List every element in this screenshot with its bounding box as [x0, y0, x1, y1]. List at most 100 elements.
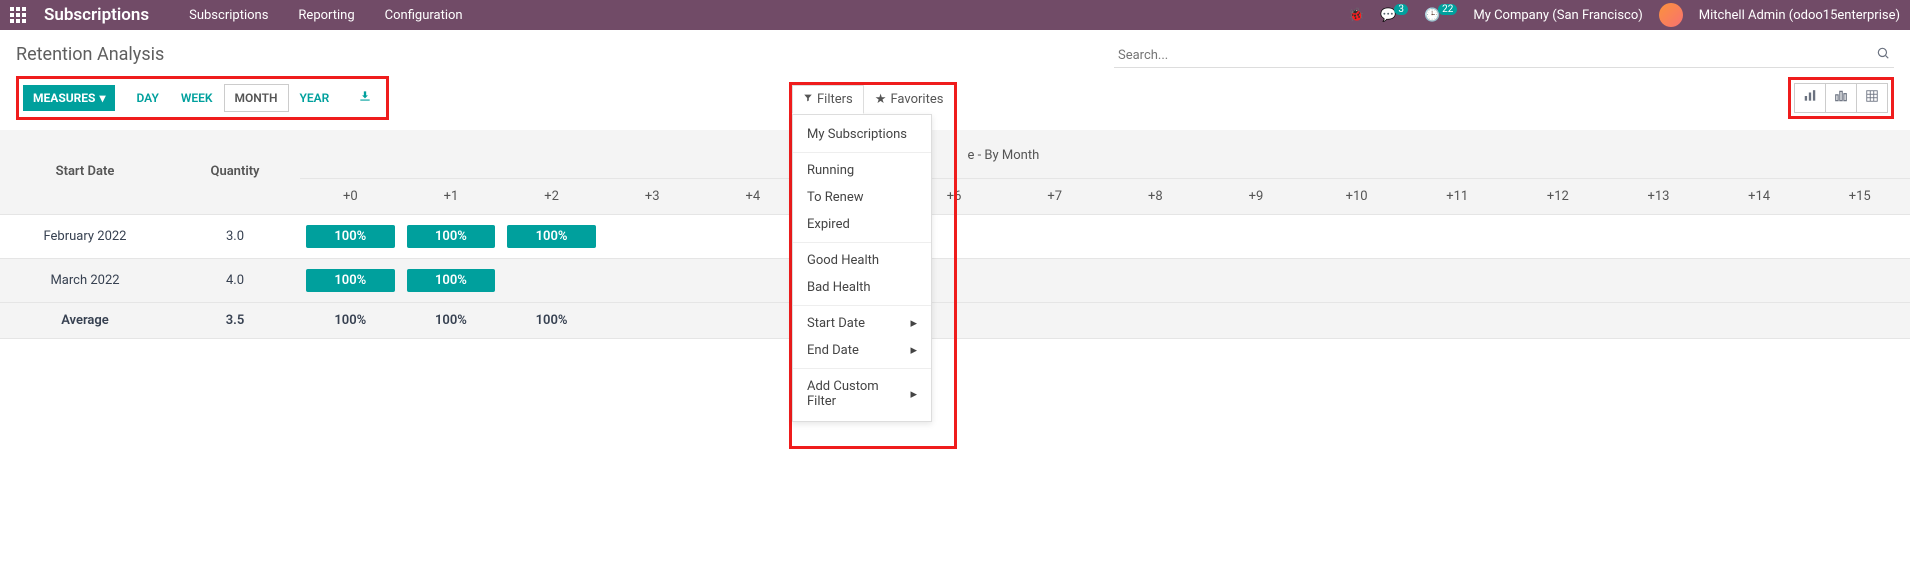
cell-value — [1407, 258, 1508, 302]
col-offset: +12 — [1508, 178, 1609, 214]
activity-badge: 22 — [1438, 4, 1457, 15]
activity-icon[interactable]: 🕒22 — [1424, 8, 1457, 23]
left-controls: MEASURES ▾ DAY WEEK MONTH YEAR — [16, 76, 389, 120]
filters-dropdown: My Subscriptions Running To Renew Expire… — [792, 114, 932, 422]
measures-label: MEASURES — [33, 91, 95, 105]
measures-button[interactable]: MEASURES ▾ — [23, 85, 115, 111]
cell-value — [1508, 214, 1609, 258]
col-quantity: Quantity — [170, 130, 300, 214]
cell-value — [1608, 302, 1709, 338]
cell-value — [1508, 302, 1609, 338]
col-offsets-header — [300, 130, 1910, 178]
col-offset: +9 — [1206, 178, 1307, 214]
filter-expired[interactable]: Expired — [793, 211, 931, 238]
cell-value — [1709, 214, 1810, 258]
nav-subscriptions[interactable]: Subscriptions — [189, 8, 268, 23]
period-month[interactable]: MONTH — [224, 84, 289, 112]
filters-tabs: Filters ★ Favorites — [792, 85, 954, 114]
col-startdate: Start Date — [0, 130, 170, 214]
filter-icon — [803, 92, 813, 107]
search-icon[interactable] — [1876, 46, 1890, 64]
tab-favorites[interactable]: ★ Favorites — [864, 85, 955, 114]
chevron-right-icon: ▸ — [910, 387, 917, 402]
col-offset: +15 — [1809, 178, 1910, 214]
nav-reporting[interactable]: Reporting — [298, 8, 354, 23]
cell-value — [1608, 258, 1709, 302]
col-offset: +11 — [1407, 178, 1508, 214]
nav-left: Subscriptions Subscriptions Reporting Co… — [10, 5, 463, 25]
nav-configuration[interactable]: Configuration — [385, 8, 463, 23]
caret-down-icon: ▾ — [99, 91, 105, 105]
period-day[interactable]: DAY — [125, 84, 169, 112]
cell-value — [1608, 214, 1709, 258]
filter-start-date[interactable]: Start Date▸ — [793, 310, 931, 337]
cell-value: 100% — [300, 214, 401, 258]
col-offset: +1 — [401, 178, 502, 214]
cell-value — [1709, 258, 1810, 302]
col-offset: +7 — [1004, 178, 1105, 214]
period-year[interactable]: YEAR — [289, 84, 341, 112]
cell-value — [1809, 214, 1910, 258]
filter-bad-health[interactable]: Bad Health — [793, 274, 931, 301]
top-navbar: Subscriptions Subscriptions Reporting Co… — [0, 0, 1910, 30]
col-offset: +14 — [1709, 178, 1810, 214]
app-name[interactable]: Subscriptions — [44, 5, 149, 25]
search-input[interactable] — [1114, 44, 1894, 68]
cell-value — [1809, 258, 1910, 302]
view-list-icon[interactable] — [1857, 83, 1888, 113]
cell-value — [1004, 214, 1105, 258]
filter-running[interactable]: Running — [793, 157, 931, 184]
filter-add-custom[interactable]: Add Custom Filter▸ — [793, 373, 931, 415]
bug-icon[interactable]: 🐞 — [1348, 8, 1364, 23]
messages-badge: 3 — [1394, 4, 1408, 15]
filter-good-health[interactable]: Good Health — [793, 247, 931, 274]
messages-icon[interactable]: 💬3 — [1380, 8, 1408, 23]
cell-value: 100% — [401, 302, 502, 338]
view-switcher — [1788, 77, 1894, 119]
company-name[interactable]: My Company (San Francisco) — [1473, 8, 1642, 23]
download-button[interactable] — [348, 83, 382, 113]
row-quantity: 3.0 — [170, 214, 300, 258]
table-area: e - By Month Start Date Quantity +0+1+2+… — [0, 130, 1910, 339]
apps-icon[interactable] — [10, 7, 26, 23]
chevron-right-icon: ▸ — [910, 316, 917, 331]
filter-to-renew[interactable]: To Renew — [793, 184, 931, 211]
cell-value — [1105, 258, 1206, 302]
nav-menu: Subscriptions Reporting Configuration — [189, 8, 463, 23]
cell-value — [602, 214, 703, 258]
filters-panel-wrapper: Filters ★ Favorites My Subscriptions Run… — [789, 82, 957, 449]
cell-value — [1306, 302, 1407, 338]
row-quantity: 4.0 — [170, 258, 300, 302]
period-buttons: DAY WEEK MONTH YEAR — [125, 84, 340, 112]
cell-value: 100% — [401, 258, 502, 302]
view-cohort-icon[interactable] — [1826, 83, 1857, 113]
col-offset: +8 — [1105, 178, 1206, 214]
star-icon: ★ — [875, 92, 887, 107]
cell-value — [1306, 214, 1407, 258]
col-offset: +2 — [501, 178, 602, 214]
cell-value — [1206, 258, 1307, 302]
cell-value — [1206, 214, 1307, 258]
avatar[interactable] — [1659, 3, 1683, 27]
cell-value — [1809, 302, 1910, 338]
row-quantity: 3.5 — [170, 302, 300, 338]
col-offset: +13 — [1608, 178, 1709, 214]
cell-value: 100% — [501, 214, 602, 258]
filter-end-date[interactable]: End Date▸ — [793, 337, 931, 364]
cell-value — [1105, 214, 1206, 258]
view-bar-icon[interactable] — [1794, 83, 1826, 113]
cell-value — [1407, 302, 1508, 338]
tab-favorites-label: Favorites — [890, 92, 943, 107]
cell-value: 100% — [501, 302, 602, 338]
nav-right: 🐞 💬3 🕒22 My Company (San Francisco) Mitc… — [1348, 3, 1900, 27]
tab-filters[interactable]: Filters — [792, 85, 864, 114]
filter-my-subscriptions[interactable]: My Subscriptions — [793, 121, 931, 148]
cell-value — [1306, 258, 1407, 302]
user-name[interactable]: Mitchell Admin (odoo15enterprise) — [1699, 8, 1900, 23]
cell-value — [602, 258, 703, 302]
row-label: Average — [0, 302, 170, 338]
col-offset: +3 — [602, 178, 703, 214]
cell-value — [1407, 214, 1508, 258]
period-week[interactable]: WEEK — [170, 84, 224, 112]
page-title: Retention Analysis — [16, 44, 164, 65]
